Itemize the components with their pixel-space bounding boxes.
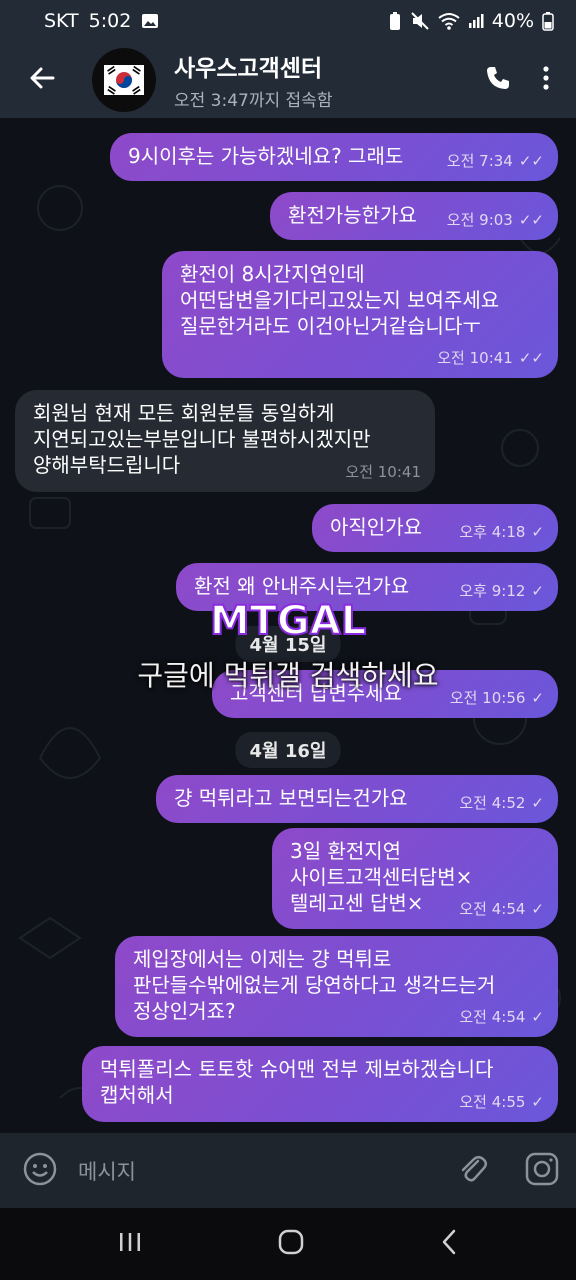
chat-header: 사우스고객센터 오전 3:47까지 접속함	[0, 42, 576, 118]
message-bubble-outgoing[interactable]: 아직인가요 오후 4:18 ✓	[312, 504, 558, 552]
message-time: 오후 9:12	[459, 582, 526, 600]
message-text: 먹튀폴리스 토토핫 슈어맨 전부 제보하겠습니다 캡처해서	[100, 1057, 494, 1107]
message-text: 환전가능한가요	[288, 203, 417, 227]
message-text: 3일 환전지연 사이트고객센터답변× 텔레고센 답변×	[290, 839, 473, 915]
message-time: 오전 4:52	[459, 794, 526, 812]
gallery-icon	[141, 12, 159, 30]
mute-icon	[410, 11, 430, 31]
more-vert-icon[interactable]	[542, 64, 550, 96]
message-text: 환전이 8시간지연인데 어떤답변을기다리고있는지 보여주세요 질문한거라도 이건…	[180, 262, 500, 338]
message-time: 오후 4:18	[459, 523, 526, 541]
recent-apps-icon[interactable]	[117, 1230, 143, 1258]
message-text: 아직인가요	[330, 515, 422, 539]
status-bar: SKT 5:02 40%	[0, 0, 576, 42]
home-icon[interactable]	[277, 1228, 305, 1260]
check-icon: ✓	[531, 794, 544, 812]
clock: 5:02	[88, 10, 132, 32]
message-input[interactable]: 메시지	[78, 1156, 456, 1186]
back-nav-icon[interactable]	[439, 1228, 459, 1260]
message-text: 9시이후는 가능하겠네요? 그래도	[128, 144, 404, 168]
message-time: 오전 7:34	[446, 152, 513, 170]
message-bubble-incoming[interactable]: 회원님 현재 모든 회원분들 동일하게 지연되고있는부분입니다 불편하시겠지만 …	[15, 390, 435, 492]
watermark-caption: 구글에 먹튀갤 검색하세요	[137, 659, 439, 692]
check-icon: ✓	[531, 900, 544, 918]
message-text: 걍 먹튀라고 보면되는건가요	[174, 786, 408, 810]
double-check-icon: ✓✓	[518, 152, 544, 170]
battery-icon	[542, 11, 554, 31]
chat-title-block[interactable]: 사우스고객센터 오전 3:47까지 접속함	[174, 49, 332, 111]
message-bubble-outgoing[interactable]: 제입장에서는 이제는 걍 먹튀로 판단들수밖에없는게 당연하다고 생각드는거 정…	[115, 936, 558, 1037]
check-icon: ✓	[531, 1008, 544, 1026]
paperclip-icon[interactable]	[456, 1152, 490, 1190]
watermark-logo: MTGAL	[188, 596, 388, 645]
chat-title: 사우스고객센터	[174, 56, 323, 82]
battery-saver-icon	[388, 11, 402, 31]
wifi-icon	[438, 12, 460, 30]
camera-icon[interactable]	[524, 1151, 560, 1191]
last-seen-status: 오전 3:47까지 접속함	[174, 91, 333, 111]
check-icon: ✓	[531, 523, 544, 541]
korea-flag-icon	[104, 65, 144, 95]
message-text: 환전 왜 안내주시는건가요	[194, 574, 410, 598]
message-time: 오전 4:55	[459, 1093, 526, 1111]
phone-icon[interactable]	[484, 64, 512, 96]
double-check-icon: ✓✓	[518, 211, 544, 229]
double-check-icon: ✓✓	[518, 349, 544, 367]
message-bubble-outgoing[interactable]: 걍 먹튀라고 보면되는건가요 오전 4:52 ✓	[156, 775, 558, 823]
back-arrow-icon	[28, 64, 56, 96]
message-bubble-outgoing[interactable]: 먹튀폴리스 토토핫 슈어맨 전부 제보하겠습니다 캡처해서 오전 4:55 ✓	[82, 1046, 558, 1122]
message-time: 오전 10:41	[345, 463, 421, 481]
emoji-icon[interactable]	[22, 1151, 58, 1191]
watermark-logo-text: MTGAL	[210, 598, 366, 644]
message-time: 오전 9:03	[446, 211, 513, 229]
message-time: 오전 4:54	[459, 900, 526, 918]
carrier-label: SKT	[44, 10, 79, 32]
message-bubble-outgoing[interactable]: 환전이 8시간지연인데 어떤답변을기다리고있는지 보여주세요 질문한거라도 이건…	[162, 251, 558, 378]
battery-percent: 40%	[491, 10, 534, 32]
message-time: 오전 10:41	[437, 349, 513, 367]
message-time: 오전 4:54	[459, 1008, 526, 1026]
message-bubble-outgoing[interactable]: 환전가능한가요 오전 9:03 ✓✓	[270, 192, 558, 240]
check-icon: ✓	[531, 1093, 544, 1111]
avatar[interactable]	[92, 48, 156, 112]
check-icon: ✓	[531, 582, 544, 600]
message-bubble-outgoing[interactable]: 9시이후는 가능하겠네요? 그래도 오전 7:34 ✓✓	[110, 133, 558, 181]
message-text: 회원님 현재 모든 회원분들 동일하게 지연되고있는부분입니다 불편하시겠지만 …	[33, 401, 371, 477]
message-input-bar: 메시지	[0, 1133, 576, 1208]
date-separator: 4월 16일	[235, 732, 341, 768]
back-button[interactable]	[0, 42, 62, 118]
message-bubble-outgoing[interactable]: 3일 환전지연 사이트고객센터답변× 텔레고센 답변× 오전 4:54 ✓	[272, 828, 558, 929]
signal-icon	[468, 13, 484, 29]
system-nav-bar	[0, 1208, 576, 1280]
message-text: 제입장에서는 이제는 걍 먹튀로 판단들수밖에없는게 당연하다고 생각드는거 정…	[133, 947, 496, 1023]
